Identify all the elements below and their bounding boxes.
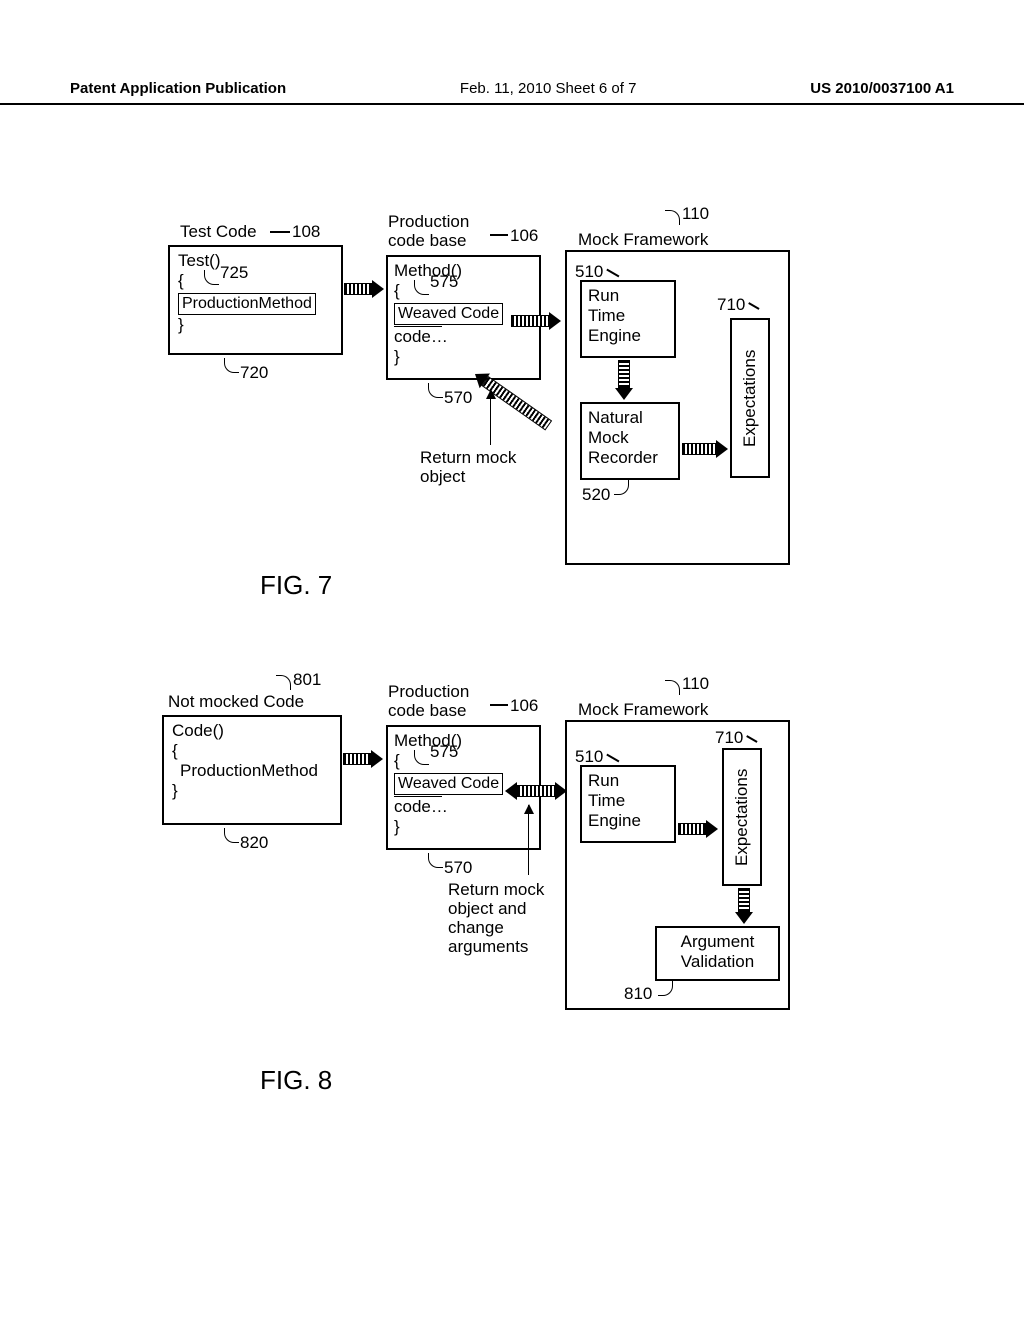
brace-close: } xyxy=(178,315,333,335)
header-right: US 2010/0037100 A1 xyxy=(810,80,954,97)
mock-title: Mock Framework xyxy=(578,230,708,250)
fig7-label: FIG. 7 xyxy=(260,570,332,601)
arrow-right-icon xyxy=(682,440,728,458)
brace-close: } xyxy=(394,347,533,367)
expectations-label: Expectations xyxy=(724,750,760,884)
return-mock-label: Return mockobject xyxy=(420,448,516,486)
arrow-double-icon xyxy=(505,782,567,800)
ref-curve xyxy=(276,675,291,690)
brace-close: } xyxy=(394,817,533,837)
ref-lead xyxy=(270,231,290,233)
brace-close: } xyxy=(172,781,332,801)
code-line: code… xyxy=(394,796,442,817)
ref-curve xyxy=(224,358,239,373)
prodcode-title8: Productioncode base xyxy=(388,682,469,720)
testcode-box: Test() { ProductionMethod } xyxy=(168,245,343,355)
runtime-engine-box: RunTimeEngine xyxy=(580,280,676,358)
figure-7: Test Code 108 Test() { ProductionMethod … xyxy=(0,200,1024,600)
productionmethod-box: ProductionMethod xyxy=(178,293,316,315)
page-header: Patent Application Publication Feb. 11, … xyxy=(0,80,1024,105)
ref-curve xyxy=(428,853,443,868)
arrow-right-icon xyxy=(678,820,718,838)
arrow-right-icon xyxy=(344,280,384,298)
productionmethod-text: ProductionMethod xyxy=(180,761,332,781)
figure-8: 801 Not mocked Code Code() { ProductionM… xyxy=(0,670,1024,1090)
header-left: Patent Application Publication xyxy=(70,80,286,97)
arrow-down-icon xyxy=(615,360,633,400)
test-method: Test() xyxy=(178,251,333,271)
ref-510: 510 xyxy=(575,262,603,282)
ref-110: 110 xyxy=(682,204,709,224)
arrow-right-icon xyxy=(343,750,383,768)
argument-validation-box: ArgumentValidation xyxy=(655,926,780,981)
mock-title8: Mock Framework xyxy=(578,700,708,720)
ref-106b: 106 xyxy=(510,696,538,716)
ref-curve xyxy=(224,828,239,843)
ref-curve xyxy=(665,210,680,225)
ref-520: 520 xyxy=(582,485,610,505)
code-line: code… xyxy=(394,326,442,347)
ref-110b: 110 xyxy=(682,674,709,694)
code-method: Code() xyxy=(172,721,332,741)
ref-570: 570 xyxy=(444,388,472,408)
thin-arrow-icon xyxy=(528,805,529,875)
return-mock-change-label: Return mockobject andchangearguments xyxy=(448,880,544,956)
weaved-code-box: Weaved Code xyxy=(394,303,503,325)
notmocked-title: Not mocked Code xyxy=(168,692,304,712)
ref-575b: 575 xyxy=(430,742,458,762)
runtime-engine-box8: RunTimeEngine xyxy=(580,765,676,843)
ref-725: 725 xyxy=(220,263,248,283)
ref-801: 801 xyxy=(293,670,321,690)
expectations-label: Expectations xyxy=(732,320,768,476)
prodcode-title: Productioncode base xyxy=(388,212,469,250)
arrow-down-icon xyxy=(735,888,753,924)
ref-570b: 570 xyxy=(444,858,472,878)
ref-lead xyxy=(490,704,508,706)
method: Method() xyxy=(394,731,533,751)
ref-510b: 510 xyxy=(575,747,603,767)
brace-open: { xyxy=(178,271,333,291)
expectations-box: Expectations xyxy=(730,318,770,478)
testcode-title: Test Code xyxy=(180,222,257,242)
natural-mock-recorder-box: NaturalMockRecorder xyxy=(580,402,680,480)
brace-open: { xyxy=(172,741,332,761)
ref-lead xyxy=(490,234,508,236)
ref-108: 108 xyxy=(292,222,320,242)
ref-720: 720 xyxy=(240,363,268,383)
ref-710: 710 xyxy=(717,295,745,315)
header-center: Feb. 11, 2010 Sheet 6 of 7 xyxy=(460,80,637,97)
weaved-code-box: Weaved Code xyxy=(394,773,503,795)
ref-curve xyxy=(428,383,443,398)
method: Method() xyxy=(394,261,533,281)
ref-710b: 710 xyxy=(715,728,743,748)
expectations-box8: Expectations xyxy=(722,748,762,886)
ref-106: 106 xyxy=(510,226,538,246)
notmocked-box: Code() { ProductionMethod } xyxy=(162,715,342,825)
arrow-right-icon xyxy=(511,312,561,330)
ref-575: 575 xyxy=(430,272,458,292)
thin-arrow-icon xyxy=(490,390,491,445)
ref-curve xyxy=(665,680,680,695)
ref-810: 810 xyxy=(624,984,652,1004)
fig8-label: FIG. 8 xyxy=(260,1065,332,1096)
ref-820: 820 xyxy=(240,833,268,853)
